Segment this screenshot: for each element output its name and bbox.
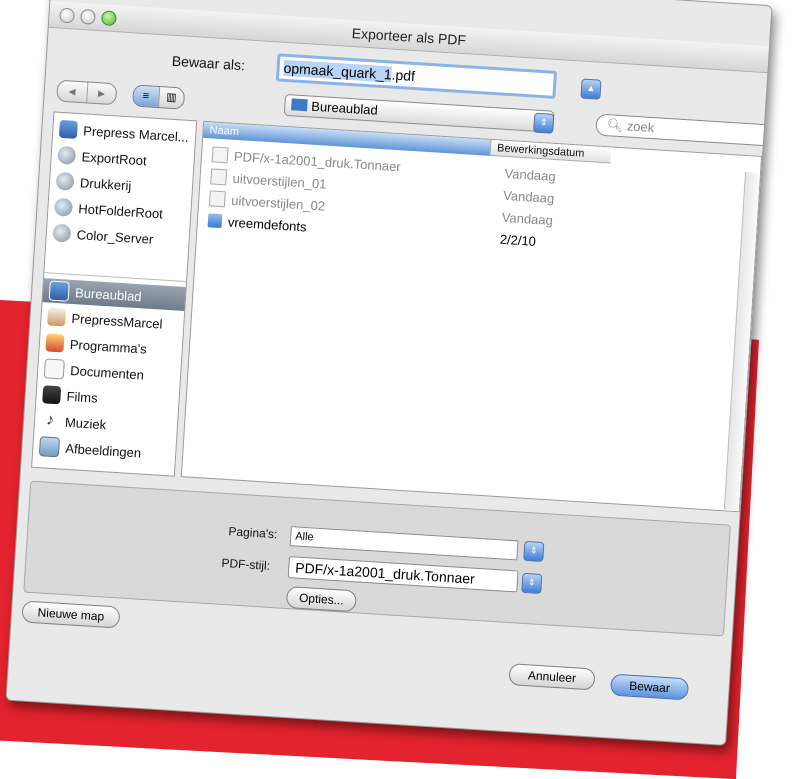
pdf-style-popup[interactable]: PDF/x-1a2001_druk.Tonnaer	[287, 556, 519, 593]
document-icon	[210, 168, 228, 186]
desktop-icon	[48, 280, 70, 302]
window-title: Exporteer als PDF	[351, 24, 467, 49]
pdf-style-label: PDF-stijl:	[221, 555, 271, 573]
file-date: Vandaag	[504, 165, 557, 184]
sidebar-item-label: Programma's	[69, 336, 148, 357]
list-view-icon[interactable]: ≡	[133, 85, 159, 107]
cancel-button[interactable]: Annuleer	[508, 663, 596, 691]
document-icon	[211, 146, 229, 164]
music-icon: ♪	[40, 411, 60, 431]
sidebar-item-label: HotFolderRoot	[77, 200, 164, 221]
sidebar-item-label: Color_Server	[76, 226, 154, 247]
sidebar-item-label: Films	[66, 388, 99, 406]
history-nav: ◀ ▶	[56, 79, 118, 106]
document-icon	[208, 190, 226, 208]
search-field[interactable]: 🔍︎ zoek	[595, 113, 773, 147]
file-date: Vandaag	[501, 209, 554, 228]
network-disk-icon	[57, 145, 77, 165]
applications-icon	[45, 333, 65, 353]
folder-icon	[207, 213, 223, 229]
location-popup-arrows-icon[interactable]: ⇕	[533, 112, 555, 134]
home-icon	[47, 307, 67, 327]
options-button[interactable]: Opties...	[285, 586, 358, 613]
sidebar-item-label: Bureaublad	[74, 284, 143, 304]
file-date: 2/2/10	[499, 231, 537, 249]
search-icon: 🔍︎	[606, 117, 624, 134]
pictures-icon	[38, 436, 61, 458]
new-folder-button[interactable]: Nieuwe map	[21, 600, 121, 629]
pages-label: Pagina's:	[228, 524, 278, 542]
location-label: Bureaublad	[310, 98, 379, 118]
sidebar: Prepress Marcel... ExportRoot Drukkerij …	[31, 111, 198, 477]
expand-dialog-button[interactable]: ▲	[580, 78, 602, 100]
filename-selected-part: opmaak_quark_1	[283, 59, 393, 83]
movies-icon	[42, 385, 62, 405]
sidebar-item-label: PrepressMarcel	[71, 310, 163, 332]
search-placeholder: zoek	[626, 118, 655, 136]
network-disk-icon	[52, 223, 72, 243]
save-as-label: Bewaar als:	[171, 52, 246, 74]
filename-extension: .pdf	[391, 66, 416, 85]
computer-icon	[58, 119, 78, 139]
view-mode-control: ≡ ▥	[131, 84, 186, 110]
filename-input[interactable]: opmaak_quark_1.pdf	[275, 53, 558, 99]
sidebar-item-label: Muziek	[64, 414, 107, 432]
sidebar-item-label: Documenten	[69, 362, 145, 383]
forward-button[interactable]: ▶	[87, 82, 117, 104]
location-popup[interactable]: Bureaublad	[283, 93, 555, 133]
sidebar-item-label: Afbeeldingen	[64, 440, 142, 461]
save-button[interactable]: Bewaar	[609, 673, 690, 701]
sidebar-item-label: Prepress Marcel...	[82, 122, 190, 145]
network-disk-icon	[53, 197, 74, 217]
file-list: Naam Bewerkingsdatum PDF/x-1a2001_druk.T…	[180, 120, 763, 513]
desktop-folder-icon	[291, 98, 308, 112]
sidebar-item-label: Drukkerij	[79, 174, 132, 193]
file-date: Vandaag	[502, 187, 555, 206]
pages-field[interactable]: Alle	[289, 526, 519, 561]
network-disk-icon	[55, 171, 75, 191]
back-button[interactable]: ◀	[57, 80, 88, 103]
column-header-date[interactable]: Bewerkingsdatum	[490, 139, 612, 164]
sidebar-item-label: ExportRoot	[81, 148, 148, 168]
pdf-style-popup-arrows-icon[interactable]: ⇕	[521, 572, 543, 594]
column-view-icon[interactable]: ▥	[157, 86, 185, 109]
documents-icon	[43, 358, 65, 380]
pages-popup-arrows-icon[interactable]: ⇕	[523, 540, 545, 563]
export-pdf-dialog: Exporteer als PDF Bewaar als: opmaak_qua…	[5, 0, 773, 746]
